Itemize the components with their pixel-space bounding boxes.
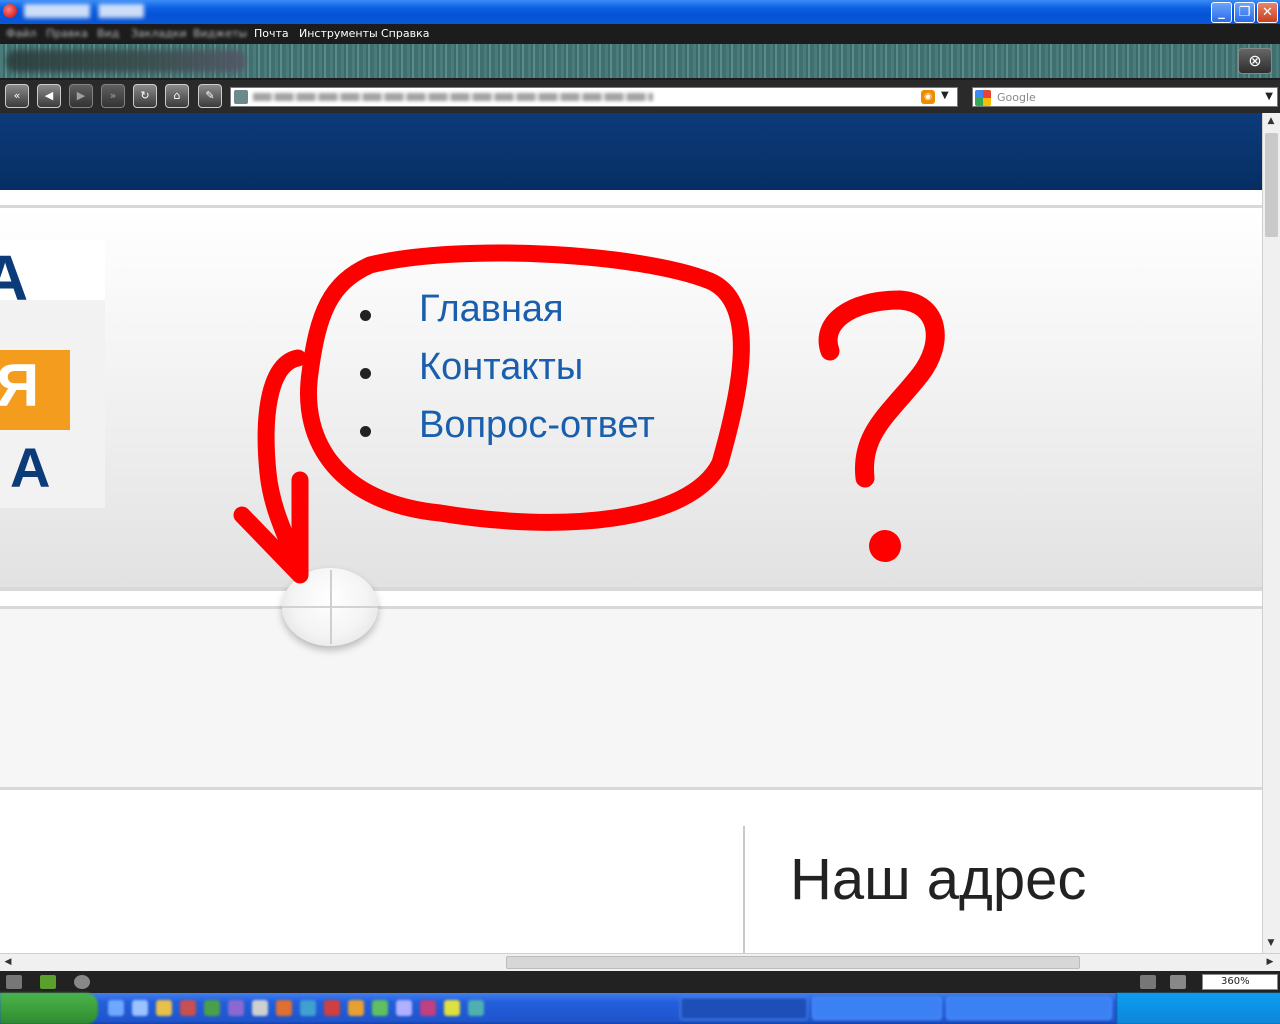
- taskbar-window-opera[interactable]: [680, 997, 808, 1020]
- bullet-icon: [360, 368, 371, 379]
- menu-bar: Файл Правка Вид Закладки Виджеты Почта И…: [0, 24, 1280, 44]
- content-section: Наш адрес: [0, 790, 1262, 953]
- page-viewport: А Я А Главная Контакты Вопрос-ответ Наш …: [0, 113, 1262, 953]
- hero-section: [0, 205, 1262, 591]
- menu-file[interactable]: Файл: [6, 27, 36, 40]
- quicklaunch-icon[interactable]: [228, 1000, 244, 1016]
- column-divider: [743, 826, 745, 953]
- site-logo[interactable]: А Я А: [0, 240, 105, 508]
- quicklaunch-icon[interactable]: [108, 1000, 124, 1016]
- address-dropdown-icon[interactable]: ▼: [941, 90, 949, 101]
- site-header-band: [0, 113, 1262, 190]
- quicklaunch-icon[interactable]: [132, 1000, 148, 1016]
- horizontal-scrollbar[interactable]: ◀ ▶: [0, 953, 1280, 971]
- page-favicon: [234, 90, 248, 104]
- quicklaunch-icon[interactable]: [180, 1000, 196, 1016]
- security-icon[interactable]: [1140, 975, 1156, 989]
- title-bar: _ ❐ ✕: [0, 0, 1280, 24]
- opera-icon: [3, 4, 17, 18]
- rewind-icon[interactable]: «: [5, 84, 29, 108]
- nav-link-home[interactable]: Главная: [419, 288, 564, 331]
- tab-bar: ⊗: [0, 44, 1280, 80]
- quicklaunch-icon[interactable]: [396, 1000, 412, 1016]
- start-button[interactable]: [0, 993, 98, 1024]
- window-title-blurred: [24, 4, 144, 18]
- windows-taskbar: [0, 993, 1280, 1024]
- tab-active[interactable]: [6, 50, 246, 72]
- slider-band: [0, 609, 1262, 787]
- rss-icon[interactable]: ◉: [921, 90, 935, 104]
- menu-widgets[interactable]: Виджеты: [193, 27, 247, 40]
- scroll-up-icon[interactable]: ▲: [1263, 113, 1279, 129]
- back-icon[interactable]: ◀: [37, 84, 61, 108]
- menu-tools[interactable]: Инструменты: [299, 27, 378, 40]
- address-bar[interactable]: ◉ ▼: [230, 87, 958, 107]
- menu-bookmarks[interactable]: Закладки: [131, 27, 187, 40]
- menu-help[interactable]: Справка: [381, 27, 429, 40]
- menu-edit[interactable]: Правка: [46, 27, 88, 40]
- zoom-level[interactable]: 360%: [1202, 974, 1278, 990]
- images-toggle-icon[interactable]: [6, 975, 22, 989]
- menu-mail[interactable]: Почта: [254, 27, 289, 40]
- taskbar-window[interactable]: [812, 997, 942, 1020]
- maximize-button[interactable]: ❐: [1234, 2, 1255, 23]
- nav-link-contacts[interactable]: Контакты: [419, 346, 583, 389]
- vertical-scroll-thumb[interactable]: [1265, 133, 1278, 237]
- close-button[interactable]: ✕: [1257, 2, 1278, 23]
- slider-handle[interactable]: [282, 568, 378, 646]
- minimize-button[interactable]: _: [1211, 2, 1232, 23]
- settings-icon[interactable]: [1170, 975, 1186, 989]
- bullet-icon: [360, 426, 371, 437]
- address-url-blurred: [253, 93, 653, 101]
- home-icon[interactable]: ⌂: [165, 84, 189, 108]
- taskbar-window[interactable]: [946, 997, 1112, 1020]
- search-dropdown-icon[interactable]: ▼: [1265, 91, 1273, 102]
- quicklaunch-icon[interactable]: [156, 1000, 172, 1016]
- google-icon[interactable]: [975, 90, 991, 106]
- quicklaunch-icon[interactable]: [324, 1000, 340, 1016]
- nav-link-faq[interactable]: Вопрос-ответ: [419, 404, 655, 447]
- bullet-icon: [360, 310, 371, 321]
- quicklaunch-icon[interactable]: [372, 1000, 388, 1016]
- forward-icon[interactable]: ▶: [69, 84, 93, 108]
- search-box[interactable]: Google ▼: [972, 87, 1278, 107]
- scroll-left-icon[interactable]: ◀: [0, 954, 16, 970]
- quicklaunch-icon[interactable]: [276, 1000, 292, 1016]
- panels-icon[interactable]: [40, 975, 56, 989]
- navigation-toolbar: « ◀ ▶ » ↻ ⌂ ✎ ◉ ▼ Google ▼: [0, 80, 1280, 114]
- logo-letter-mid: Я: [0, 352, 40, 419]
- quicklaunch-icon[interactable]: [444, 1000, 460, 1016]
- quicklaunch-icon[interactable]: [468, 1000, 484, 1016]
- quicklaunch-icon[interactable]: [348, 1000, 364, 1016]
- scroll-right-icon[interactable]: ▶: [1262, 954, 1278, 970]
- reload-icon[interactable]: ↻: [133, 84, 157, 108]
- quicklaunch-icon[interactable]: [252, 1000, 268, 1016]
- logo-letter-top: А: [0, 242, 29, 314]
- system-tray: [1116, 993, 1280, 1024]
- address-heading: Наш адрес: [790, 847, 1087, 912]
- closed-tabs-icon[interactable]: ⊗: [1238, 48, 1272, 74]
- quicklaunch-icon[interactable]: [420, 1000, 436, 1016]
- quicklaunch-icon[interactable]: [300, 1000, 316, 1016]
- vertical-scrollbar[interactable]: ▲ ▼: [1262, 113, 1280, 953]
- search-placeholder: Google: [997, 91, 1036, 104]
- scroll-down-icon[interactable]: ▼: [1263, 935, 1279, 951]
- status-bar: 360%: [0, 971, 1280, 993]
- edit-icon[interactable]: ✎: [198, 84, 222, 108]
- slider-track: [0, 606, 1262, 609]
- menu-view[interactable]: Вид: [97, 27, 119, 40]
- logo-letter-bottom: А: [10, 436, 51, 499]
- horizontal-scroll-thumb[interactable]: [506, 956, 1080, 969]
- fast-forward-icon[interactable]: »: [101, 84, 125, 108]
- speed-dial-icon[interactable]: [74, 975, 90, 989]
- quicklaunch-icon[interactable]: [204, 1000, 220, 1016]
